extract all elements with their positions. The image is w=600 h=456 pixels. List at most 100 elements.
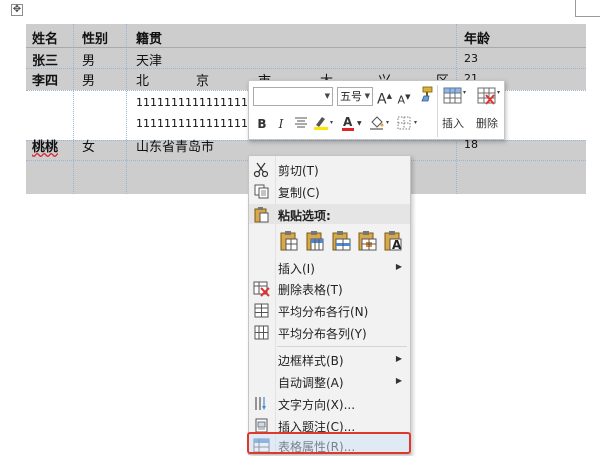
menu-item-border-styles[interactable]: 边框样式(B) ▶ xyxy=(249,349,410,370)
shading-button[interactable]: ▾ xyxy=(369,115,393,133)
center-align-icon xyxy=(295,117,307,128)
cell-gender: 男 xyxy=(82,74,96,89)
svg-text:▾: ▾ xyxy=(386,119,389,126)
toolbar-separator xyxy=(437,85,438,137)
paste-keep-text-only-button[interactable]: A xyxy=(383,230,403,252)
menu-item-label: 自动调整(A) xyxy=(278,376,344,390)
menu-item-cut[interactable]: 剪切(T) xyxy=(249,159,410,180)
menu-item-distribute-rows[interactable]: 平均分布各行(N) xyxy=(249,300,410,321)
cell-extra-line: 1111111111111111 xyxy=(136,96,248,109)
font-size-value: 五号 xyxy=(340,90,362,103)
format-painter-button[interactable] xyxy=(416,86,434,104)
mini-toolbar: ▼ 五号 ▼ A▲ A▼ ▾ 插入 ▾ 删除 B I ▾ A ▼ ▾ ▾ xyxy=(248,80,505,140)
svg-text:▾: ▾ xyxy=(463,89,466,96)
cell-origin-char: 北 xyxy=(136,74,150,89)
distribute-columns-icon xyxy=(254,325,269,340)
menu-item-paste-options: 粘贴选项: xyxy=(249,204,410,225)
paste-insert-rows-icon xyxy=(332,231,351,251)
margin-marker xyxy=(575,0,576,16)
center-align-button[interactable] xyxy=(293,115,309,133)
cell-extra-line: 1111111111111111 xyxy=(136,117,248,130)
font-color-button[interactable]: A ▼ xyxy=(341,115,365,133)
grid-line xyxy=(26,68,586,69)
font-color-swatch xyxy=(342,128,354,131)
highlighter-icon: ▾ xyxy=(314,117,333,130)
insert-table-icon: ▾ xyxy=(443,87,466,104)
paste-nest-table-button[interactable] xyxy=(279,230,299,252)
italic-label: I xyxy=(278,117,284,131)
chevron-down-icon[interactable]: ▼ xyxy=(325,88,330,105)
insert-label: 插入 xyxy=(442,117,464,130)
chevron-right-icon: ▶ xyxy=(395,376,402,385)
copy-icon xyxy=(254,184,269,199)
insert-table-button[interactable]: ▾ xyxy=(443,86,466,106)
cell-age: 23 xyxy=(464,52,478,65)
menu-item-insert[interactable]: 插入(I) ▶ xyxy=(249,257,410,278)
menu-separator xyxy=(277,346,407,347)
menu-item-label: 删除表格(T) xyxy=(278,283,343,297)
italic-button[interactable]: I xyxy=(274,115,288,133)
grid-line xyxy=(26,140,586,141)
cell-origin: 天津 xyxy=(136,54,163,69)
grid-line xyxy=(73,24,74,194)
menu-item-label: 粘贴选项: xyxy=(278,209,331,223)
paint-bucket-icon: ▾ xyxy=(370,116,389,130)
menu-item-delete-table[interactable]: 删除表格(T) xyxy=(249,278,410,299)
cell-name: 李四 xyxy=(32,74,59,89)
menu-item-autofit[interactable]: 自动调整(A) ▶ xyxy=(249,371,410,392)
menu-item-label: 平均分布各列(Y) xyxy=(278,327,367,341)
cell-origin: 山东省青岛市 xyxy=(136,140,215,155)
cell-gender: 女 xyxy=(82,140,96,155)
borders-icon: ▾ xyxy=(397,116,417,130)
header-age: 年龄 xyxy=(464,32,491,47)
shrink-font-label: A xyxy=(397,93,406,107)
header-origin: 籍贯 xyxy=(136,32,163,47)
format-painter-icon xyxy=(421,86,433,102)
highlight-color-button[interactable]: ▾ xyxy=(313,115,337,133)
paste-icon xyxy=(254,207,269,223)
header-name: 姓名 xyxy=(32,32,59,47)
paste-overwrite-cells-button[interactable] xyxy=(357,230,377,252)
table-move-handle[interactable]: ✥ xyxy=(11,4,23,16)
delete-table-button[interactable]: ▾ xyxy=(477,86,500,106)
bold-button[interactable]: B xyxy=(255,115,269,133)
menu-item-label: 插入(I) xyxy=(278,262,315,276)
font-size-combobox[interactable]: 五号 ▼ xyxy=(337,87,373,106)
menu-item-label: 复制(C) xyxy=(278,186,320,200)
cell-gender: 男 xyxy=(82,54,96,69)
paste-insert-rows-button[interactable] xyxy=(331,230,351,252)
menu-item-label: 剪切(T) xyxy=(278,164,319,178)
menu-item-copy[interactable]: 复制(C) xyxy=(249,181,410,202)
delete-table-icon xyxy=(253,281,270,297)
paste-merge-table-icon xyxy=(306,231,324,251)
text-direction-icon xyxy=(255,397,266,410)
scissors-icon xyxy=(253,162,269,178)
header-gender: 性别 xyxy=(82,32,109,47)
grid-line xyxy=(126,24,127,194)
paste-merge-table-button[interactable] xyxy=(305,230,325,252)
menu-item-text-direction[interactable]: 文字方向(X)... xyxy=(249,393,410,414)
shrink-font-button[interactable]: A▼ xyxy=(397,88,411,107)
highlight-annotation-box xyxy=(247,432,411,454)
svg-text:▾: ▾ xyxy=(497,89,500,96)
svg-text:▾: ▾ xyxy=(330,119,333,126)
cell-origin-char: 京 xyxy=(196,74,210,89)
header-divider xyxy=(26,47,586,48)
margin-marker xyxy=(575,16,600,17)
font-name-combobox[interactable]: ▼ xyxy=(253,87,333,106)
menu-item-label: 文字方向(X)... xyxy=(278,398,356,412)
chevron-down-icon: ▼ xyxy=(357,120,362,127)
chevron-right-icon: ▶ xyxy=(395,262,402,271)
grow-font-button[interactable]: A▲ xyxy=(377,87,392,108)
menu-item-distribute-columns[interactable]: 平均分布各列(Y) xyxy=(249,322,410,343)
borders-button[interactable]: ▾ xyxy=(397,115,423,133)
menu-item-label: 边框样式(B) xyxy=(278,354,344,368)
grow-font-label: A xyxy=(377,91,387,108)
bold-label: B xyxy=(257,117,267,131)
chevron-right-icon: ▶ xyxy=(395,354,402,363)
table-cell[interactable] xyxy=(26,90,126,140)
cell-name: 张三 xyxy=(32,54,59,69)
paste-nest-table-icon xyxy=(280,231,298,251)
paste-text-only-glyph: A xyxy=(392,238,402,252)
chevron-down-icon[interactable]: ▼ xyxy=(365,88,370,105)
